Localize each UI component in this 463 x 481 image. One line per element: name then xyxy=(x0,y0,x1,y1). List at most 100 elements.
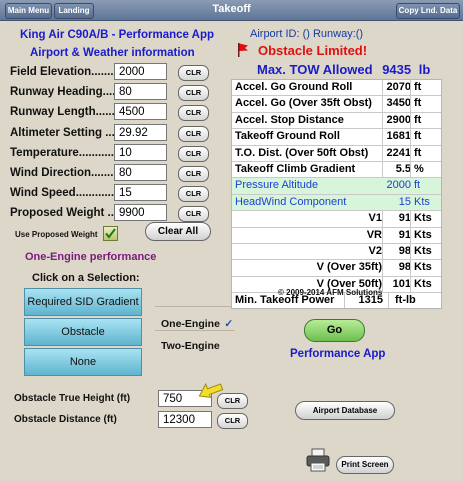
table-row: Accel. Go (Over 35ft Obst) 3450 ft xyxy=(232,96,441,113)
temperature-label: Temperature........... xyxy=(10,147,114,159)
wind-speed-label: Wind Speed.............. xyxy=(10,187,121,199)
wind-direction-input[interactable]: 80 xyxy=(114,164,167,181)
result-unit: ft-lb xyxy=(395,294,416,307)
field-elevation-input[interactable]: 2000 xyxy=(114,63,167,80)
one-engine-performance-header: One-Engine performance xyxy=(25,251,157,263)
copyright-text: © 2009-2014 AFM Solutions xyxy=(278,288,383,297)
max-tow-label: Max. TOW Allowed xyxy=(257,62,373,77)
result-value: 1681 xyxy=(386,130,411,143)
runway-heading-clear-button[interactable]: CLR xyxy=(178,85,209,101)
proposed-weight-clear-button[interactable]: CLR xyxy=(178,206,209,222)
result-unit: Kts xyxy=(414,212,432,225)
runway-length-label: Runway Length......... xyxy=(10,106,125,118)
result-unit: ft xyxy=(414,97,422,110)
table-row: Takeoff Climb Gradient 5.5% xyxy=(232,161,441,179)
result-label: V (Over 35ft) xyxy=(316,261,382,274)
obstacle-height-clear-button[interactable]: CLR xyxy=(217,393,248,409)
required-sid-gradient-button[interactable]: Required SID Gradient xyxy=(24,288,142,316)
table-row: V (Over 35ft) 98 Kts xyxy=(232,260,441,277)
none-button[interactable]: None xyxy=(24,348,142,376)
result-unit: ft xyxy=(414,113,422,126)
table-row: T.O. Dist. (Over 50ft Obst) 2241 ft xyxy=(232,145,441,162)
result-value: 3450 xyxy=(386,97,411,110)
airport-weather-header: Airport & Weather information xyxy=(30,47,195,59)
airport-database-button[interactable]: Airport Database xyxy=(295,401,395,420)
result-unit: Kts xyxy=(414,195,430,208)
result-value: 2070 xyxy=(386,81,411,93)
result-unit: ft xyxy=(414,179,421,192)
result-unit: ft xyxy=(414,146,422,159)
table-row: Accel. Go Ground Roll 2070 ft xyxy=(232,80,441,97)
result-label: V2 xyxy=(368,244,382,257)
temperature-input[interactable]: 10 xyxy=(114,144,167,161)
wind-speed-clear-button[interactable]: CLR xyxy=(178,186,209,202)
result-label: Accel. Go Ground Roll xyxy=(235,81,353,93)
table-row: Accel. Stop Distance 2900 ft xyxy=(232,112,441,130)
wind-speed-input[interactable]: 15 xyxy=(114,184,167,201)
clear-all-button[interactable]: Clear All xyxy=(145,222,211,241)
altimeter-setting-clear-button[interactable]: CLR xyxy=(178,126,209,142)
use-proposed-weight-label: Use Proposed Weight xyxy=(15,230,98,239)
runway-length-input[interactable]: 4500 xyxy=(114,103,167,120)
table-row: VR 91 Kts xyxy=(232,227,441,244)
one-engine-label: One-Engine xyxy=(161,318,220,330)
result-unit: ft xyxy=(414,130,422,143)
wind-direction-clear-button[interactable]: CLR xyxy=(178,166,209,182)
result-label: V1 xyxy=(368,212,382,225)
proposed-weight-label: Proposed Weight ... xyxy=(10,207,118,219)
temperature-clear-button[interactable]: CLR xyxy=(178,146,209,162)
airport-id-label: Airport ID: () Runway:() xyxy=(250,28,364,40)
performance-app-label: Performance App xyxy=(290,348,386,360)
print-screen-button[interactable]: Print Screen xyxy=(336,456,394,474)
field-elevation-label: Field Elevation......... xyxy=(10,66,120,78)
red-flag-icon xyxy=(238,43,248,57)
printer-icon[interactable] xyxy=(305,448,331,472)
max-tow-value: 9435 xyxy=(382,62,412,77)
result-unit: Kts xyxy=(414,228,432,241)
altimeter-setting-label: Altimeter Setting .... xyxy=(10,127,118,139)
divider xyxy=(155,306,235,307)
obstacle-button[interactable]: Obstacle xyxy=(24,318,142,346)
runway-heading-input[interactable]: 80 xyxy=(114,83,167,100)
result-value: 101 xyxy=(392,277,411,290)
max-tow-line: Max. TOW Allowed 9435 lb xyxy=(257,62,430,77)
proposed-weight-input[interactable]: 9900 xyxy=(114,204,167,221)
nav-bar: Main Menu Landing Takeoff Copy Lnd. Data xyxy=(0,0,463,21)
result-value: 2000 xyxy=(386,179,411,192)
obstacle-distance-input[interactable]: 12300 xyxy=(158,411,212,428)
go-button[interactable]: Go xyxy=(304,319,365,342)
result-label: T.O. Dist. (Over 50ft Obst) xyxy=(235,146,369,159)
result-label: Takeoff Ground Roll xyxy=(235,130,340,143)
result-value: 15 xyxy=(398,195,411,208)
two-engine-option[interactable]: Two-Engine xyxy=(161,340,220,352)
obstacle-distance-label: Obstacle Distance (ft) xyxy=(14,414,117,425)
result-unit: Kts xyxy=(414,277,432,290)
altimeter-setting-input[interactable]: 29.92 xyxy=(114,124,167,141)
page-title: Takeoff xyxy=(212,3,251,15)
table-row: V2 98 Kts xyxy=(232,243,441,261)
results-table: Accel. Go Ground Roll 2070 ft Accel. Go (O… xyxy=(231,79,442,310)
runway-heading-label: Runway Heading........ xyxy=(10,86,129,98)
result-label: VR xyxy=(366,228,382,241)
obstacle-distance-clear-button[interactable]: CLR xyxy=(217,413,248,429)
wind-direction-label: Wind Direction......... xyxy=(10,167,120,179)
result-value: 2241 xyxy=(386,146,411,159)
use-proposed-weight-checkbox[interactable] xyxy=(103,226,118,241)
table-row: Pressure Altitude 2000 ft xyxy=(232,178,441,195)
table-row: V1 91 Kts xyxy=(232,211,441,228)
result-label: Pressure Altitude xyxy=(235,179,319,192)
copy-landing-data-button[interactable]: Copy Lnd. Data xyxy=(396,3,460,19)
table-row: HeadWind Component 15 Kts xyxy=(232,194,441,212)
runway-length-clear-button[interactable]: CLR xyxy=(178,105,209,121)
result-value: 2900 xyxy=(386,113,411,126)
result-label: Takeoff Climb Gradient xyxy=(235,162,356,175)
result-unit: ft xyxy=(414,81,422,93)
app-title: King Air C90A/B - Performance App xyxy=(20,29,215,41)
obstacle-limited-warning: Obstacle Limited! xyxy=(258,43,368,58)
divider xyxy=(155,330,235,331)
selected-check-icon: ✓ xyxy=(224,318,234,330)
result-value: 5.5 xyxy=(395,162,411,175)
checkmark-icon xyxy=(105,228,116,239)
result-label: HeadWind Component xyxy=(235,195,347,208)
field-elevation-clear-button[interactable]: CLR xyxy=(178,65,209,81)
